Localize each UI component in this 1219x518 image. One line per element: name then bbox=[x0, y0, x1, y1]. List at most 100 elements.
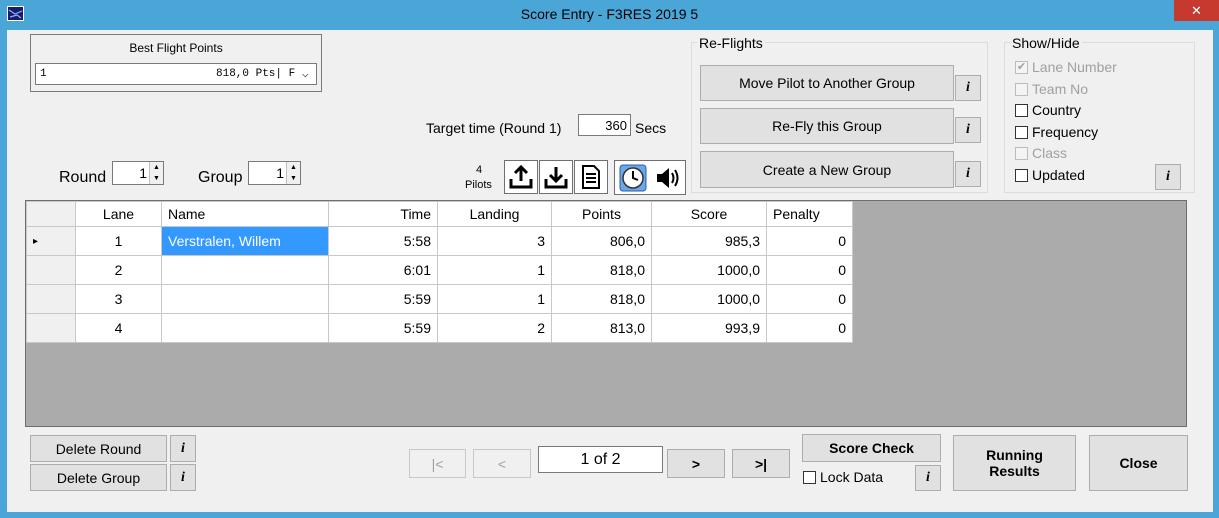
document-button[interactable] bbox=[574, 160, 608, 194]
country-checkbox[interactable]: Country bbox=[1015, 102, 1081, 118]
score-grid: Lane Name Time Landing Points Score Pena… bbox=[25, 200, 1187, 427]
checkbox-label: Team No bbox=[1032, 81, 1089, 97]
cell-lane[interactable]: 2 bbox=[75, 255, 162, 285]
cell-score[interactable]: 1000,0 bbox=[651, 284, 767, 314]
refly-group-info-button[interactable]: i bbox=[955, 117, 981, 143]
cell-penalty[interactable]: 0 bbox=[766, 284, 853, 314]
page-indicator-text: 1 of 2 bbox=[580, 451, 621, 468]
col-landing[interactable]: Landing bbox=[437, 201, 552, 227]
window-close-button[interactable]: ✕ bbox=[1174, 0, 1219, 21]
nav-prev-button[interactable]: < bbox=[473, 449, 531, 478]
cell-penalty[interactable]: 0 bbox=[766, 255, 853, 285]
cell-points[interactable]: 813,0 bbox=[551, 313, 652, 343]
reflights-title: Re-Flights bbox=[697, 35, 765, 51]
cell-name[interactable] bbox=[161, 284, 329, 314]
group-stepper[interactable]: 1 ▲ ▼ bbox=[248, 161, 301, 185]
refly-group-button[interactable]: Re-Fly this Group bbox=[700, 108, 954, 144]
cell-time[interactable]: 5:59 bbox=[328, 284, 438, 314]
clock-button[interactable] bbox=[616, 161, 649, 194]
table-row[interactable]: 2 6:01 1 818,0 1000,0 0 bbox=[26, 255, 853, 285]
round-label: Round bbox=[59, 169, 107, 186]
running-results-button[interactable]: Running Results bbox=[953, 435, 1076, 491]
cell-time[interactable]: 5:59 bbox=[328, 313, 438, 343]
checkbox-box bbox=[803, 470, 816, 484]
cell-name[interactable]: Verstralen, Willem bbox=[161, 226, 329, 256]
cell-landing[interactable]: 1 bbox=[437, 284, 552, 314]
target-time-unit: Secs bbox=[635, 120, 667, 136]
spin-up-icon[interactable]: ▲ bbox=[287, 162, 300, 173]
sound-button[interactable] bbox=[651, 161, 684, 194]
lock-data-checkbox[interactable]: Lock Data bbox=[803, 469, 883, 485]
row-marker[interactable]: ▸ bbox=[26, 226, 76, 256]
table-row[interactable]: ▸ 1 Verstralen, Willem 5:58 3 806,0 985,… bbox=[26, 226, 853, 256]
nav-first-button[interactable]: |< bbox=[409, 449, 466, 478]
download-icon bbox=[544, 167, 568, 189]
checkbox-label: Class bbox=[1032, 145, 1068, 161]
row-marker[interactable] bbox=[26, 284, 76, 314]
nav-next-button[interactable]: > bbox=[667, 449, 725, 478]
upload-button[interactable] bbox=[504, 160, 538, 194]
cell-penalty[interactable]: 0 bbox=[766, 313, 853, 343]
spin-down-icon[interactable]: ▼ bbox=[150, 173, 163, 184]
round-stepper[interactable]: 1 ▲ ▼ bbox=[112, 161, 164, 185]
lane-number-checkbox[interactable]: ✔ Lane Number bbox=[1015, 59, 1117, 75]
best-flight-dropdown[interactable]: 1 818,0 Pts| F ⌵ bbox=[35, 63, 317, 85]
move-pilot-button[interactable]: Move Pilot to Another Group bbox=[700, 65, 954, 101]
cell-time[interactable]: 6:01 bbox=[328, 255, 438, 285]
cell-name[interactable] bbox=[161, 313, 329, 343]
delete-round-button[interactable]: Delete Round bbox=[30, 435, 167, 462]
cell-points[interactable]: 818,0 bbox=[551, 255, 652, 285]
pilots-count: 4 bbox=[476, 164, 483, 176]
checkbox-label: Updated bbox=[1032, 167, 1085, 183]
create-group-button[interactable]: Create a New Group bbox=[700, 151, 954, 188]
table-row[interactable]: 4 5:59 2 813,0 993,9 0 bbox=[26, 313, 853, 343]
col-penalty[interactable]: Penalty bbox=[766, 201, 853, 227]
cell-penalty[interactable]: 0 bbox=[766, 226, 853, 256]
cell-score[interactable]: 1000,0 bbox=[651, 255, 767, 285]
col-points[interactable]: Points bbox=[551, 201, 652, 227]
cell-landing[interactable]: 3 bbox=[437, 226, 552, 256]
create-group-info-button[interactable]: i bbox=[955, 161, 981, 187]
spin-up-icon[interactable]: ▲ bbox=[150, 162, 163, 173]
round-value: 1 bbox=[139, 165, 147, 181]
cell-name[interactable] bbox=[161, 255, 329, 285]
target-time-input[interactable]: 360 bbox=[578, 114, 631, 136]
cell-points[interactable]: 818,0 bbox=[551, 284, 652, 314]
lock-data-info-button[interactable]: i bbox=[915, 465, 941, 491]
showhide-info-button[interactable]: i bbox=[1155, 164, 1181, 190]
cell-points[interactable]: 806,0 bbox=[551, 226, 652, 256]
updated-checkbox[interactable]: Updated bbox=[1015, 167, 1085, 183]
team-no-checkbox[interactable]: Team No bbox=[1015, 81, 1088, 97]
move-pilot-info-button[interactable]: i bbox=[955, 75, 981, 101]
class-checkbox[interactable]: Class bbox=[1015, 145, 1067, 161]
table-row[interactable]: 3 5:59 1 818,0 1000,0 0 bbox=[26, 284, 853, 314]
cell-lane[interactable]: 3 bbox=[75, 284, 162, 314]
col-name[interactable]: Name bbox=[161, 201, 329, 227]
close-button[interactable]: Close bbox=[1089, 435, 1188, 491]
delete-group-info-button[interactable]: i bbox=[170, 464, 196, 491]
spin-down-icon[interactable]: ▼ bbox=[287, 173, 300, 184]
frequency-checkbox[interactable]: Frequency bbox=[1015, 124, 1098, 140]
best-flight-panel: Best Flight Points 1 818,0 Pts| F ⌵ bbox=[30, 34, 322, 92]
row-marker[interactable] bbox=[26, 313, 76, 343]
checkbox-box bbox=[1015, 146, 1028, 160]
checkbox-box bbox=[1015, 82, 1028, 96]
clock-icon bbox=[619, 164, 646, 191]
download-button[interactable] bbox=[539, 160, 573, 194]
cell-score[interactable]: 993,9 bbox=[651, 313, 767, 343]
checkbox-box bbox=[1015, 125, 1028, 139]
cell-landing[interactable]: 1 bbox=[437, 255, 552, 285]
delete-group-button[interactable]: Delete Group bbox=[30, 464, 167, 491]
row-marker[interactable] bbox=[26, 255, 76, 285]
score-check-button[interactable]: Score Check bbox=[802, 434, 941, 462]
delete-round-info-button[interactable]: i bbox=[170, 435, 196, 462]
nav-last-button[interactable]: >| bbox=[732, 449, 790, 478]
col-time[interactable]: Time bbox=[328, 201, 438, 227]
cell-landing[interactable]: 2 bbox=[437, 313, 552, 343]
cell-score[interactable]: 985,3 bbox=[651, 226, 767, 256]
cell-lane[interactable]: 4 bbox=[75, 313, 162, 343]
cell-lane[interactable]: 1 bbox=[75, 226, 162, 256]
cell-time[interactable]: 5:58 bbox=[328, 226, 438, 256]
col-score[interactable]: Score bbox=[651, 201, 767, 227]
col-lane[interactable]: Lane bbox=[75, 201, 162, 227]
